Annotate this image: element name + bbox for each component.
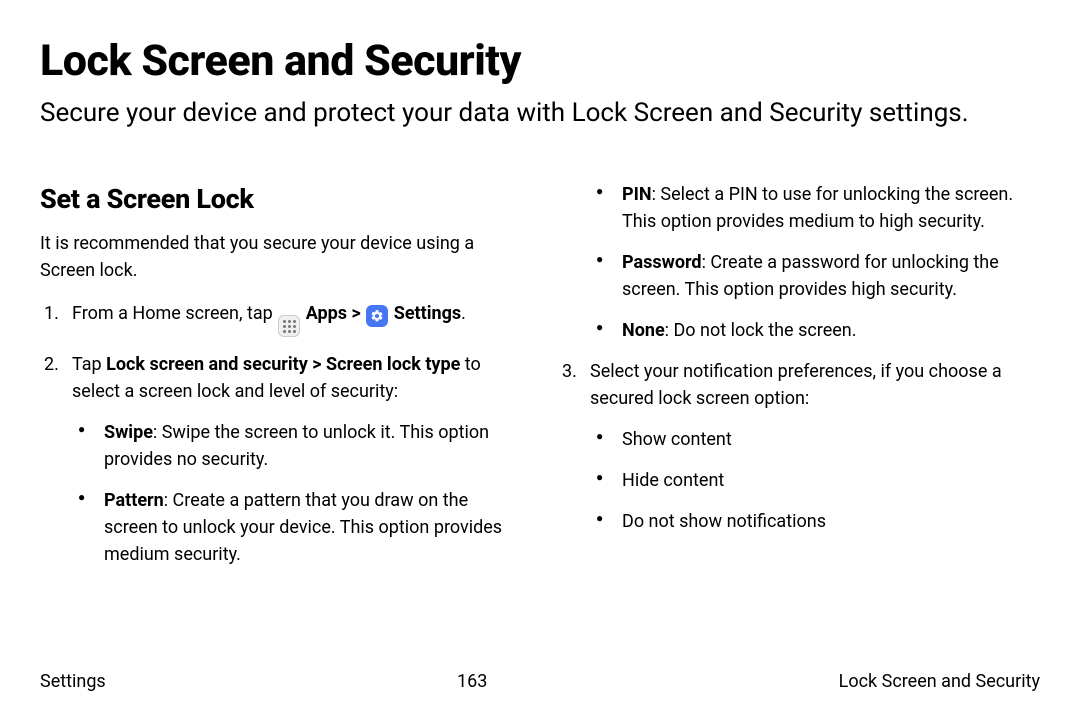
bullet-none: None: Do not lock the screen. xyxy=(590,317,1040,344)
steps-list: From a Home screen, tap Apps > Settings.… xyxy=(40,300,522,569)
left-column: Set a Screen Lock It is recommended that… xyxy=(40,179,522,582)
bullet-pattern: Pattern: Create a pattern that you draw … xyxy=(72,487,522,568)
footer-right: Lock Screen and Security xyxy=(839,671,1040,692)
lock-type-bullets-right: PIN: Select a PIN to use for unlocking t… xyxy=(558,181,1040,344)
steps-list-cont: Select your notification preferences, if… xyxy=(558,358,1040,535)
step-2-path: Lock screen and security > Screen lock t… xyxy=(106,354,460,375)
content-area: Set a Screen Lock It is recommended that… xyxy=(40,179,1040,582)
step-1-prefix: From a Home screen, tap xyxy=(72,303,277,324)
bullet-password: Password: Create a password for unlockin… xyxy=(590,249,1040,303)
bullet-no-notifications: Do not show notifications xyxy=(590,508,1040,535)
step-3: Select your notification preferences, if… xyxy=(558,358,1040,535)
step-2: Tap Lock screen and security > Screen lo… xyxy=(40,351,522,568)
page-subtitle: Secure your device and protect your data… xyxy=(40,96,1040,131)
step-3-text: Select your notification preferences, if… xyxy=(590,361,1002,409)
right-column: PIN: Select a PIN to use for unlocking t… xyxy=(558,179,1040,582)
footer-left: Settings xyxy=(40,671,106,692)
bullet-pin: PIN: Select a PIN to use for unlocking t… xyxy=(590,181,1040,235)
notify-bullets: Show content Hide content Do not show no… xyxy=(590,426,1040,535)
settings-label: Settings xyxy=(394,303,461,324)
apps-label: Apps xyxy=(306,303,347,324)
section-heading: Set a Screen Lock xyxy=(40,179,522,220)
step-1-end: . xyxy=(461,303,466,324)
bullet-show-content: Show content xyxy=(590,426,1040,453)
bullet-swipe: Swipe: Swipe the screen to unlock it. Th… xyxy=(72,419,522,473)
gear-icon xyxy=(366,305,388,327)
step-2-prefix: Tap xyxy=(72,354,106,375)
section-intro: It is recommended that you secure your d… xyxy=(40,230,522,284)
bullet-hide-content: Hide content xyxy=(590,467,1040,494)
apps-icon xyxy=(278,315,300,337)
lock-type-bullets-left: Swipe: Swipe the screen to unlock it. Th… xyxy=(72,419,522,568)
footer-page-number: 163 xyxy=(457,671,487,692)
breadcrumb-separator: > xyxy=(352,303,366,324)
step-1: From a Home screen, tap Apps > Settings. xyxy=(40,300,522,338)
page-title: Lock Screen and Security xyxy=(40,36,1040,86)
page-footer: Settings 163 Lock Screen and Security xyxy=(40,671,1040,692)
